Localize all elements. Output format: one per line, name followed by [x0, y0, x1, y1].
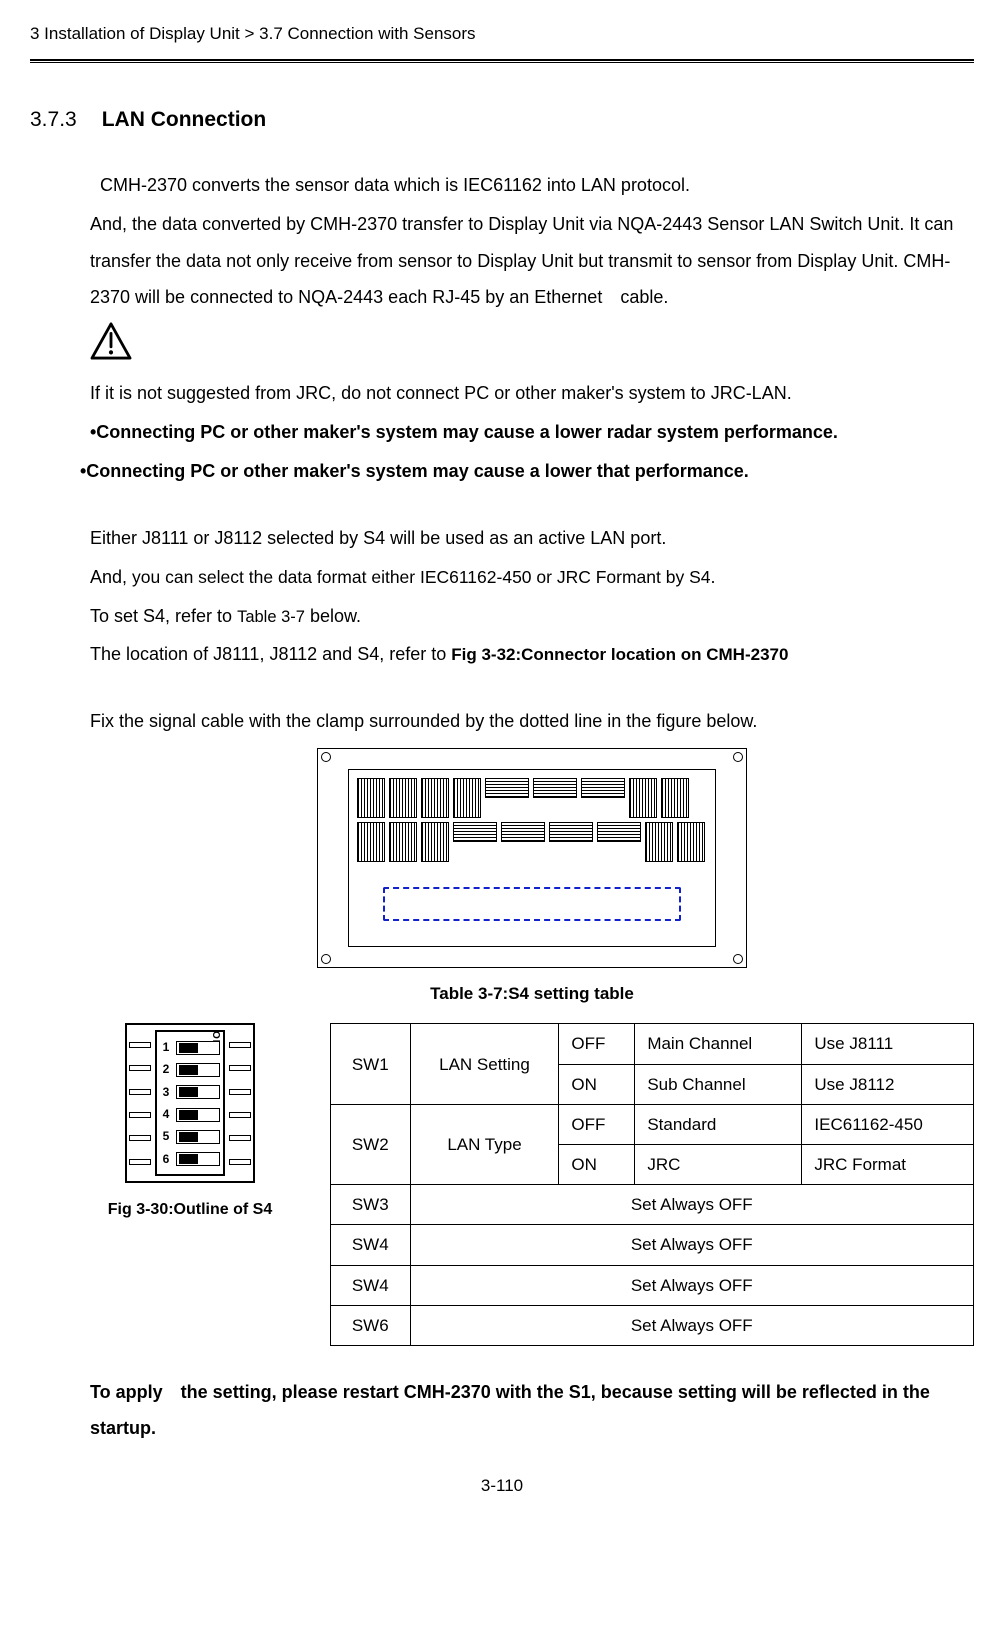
- dip-switch-figure: ON 1 2 3 4 5 6 Fig 3-30:Outline of S4: [90, 1023, 290, 1223]
- text-fragment: .: [710, 567, 715, 587]
- paragraph-table-ref: To set S4, refer to Table 3-7 below.: [90, 598, 974, 635]
- text-fragment: you can select the data format either IE…: [132, 567, 710, 587]
- page-number: 3-110: [30, 1472, 974, 1499]
- cell-name: Standard: [635, 1104, 802, 1144]
- paragraph-fig-ref: The location of J8111, J8112 and S4, ref…: [90, 636, 974, 673]
- dip-num: 4: [160, 1105, 172, 1124]
- s4-setting-table: SW1 LAN Setting OFF Main Channel Use J81…: [330, 1023, 974, 1346]
- section-title: LAN Connection: [102, 108, 266, 131]
- table-row: SW2 LAN Type OFF Standard IEC61162-450: [331, 1104, 974, 1144]
- text-fragment: below.: [305, 606, 361, 626]
- cell-sw-label: SW3: [331, 1185, 411, 1225]
- table-row: SW6 Set Always OFF: [331, 1305, 974, 1345]
- table-row: SW4 Set Always OFF: [331, 1265, 974, 1305]
- apply-note: To apply the setting, please restart CMH…: [90, 1374, 974, 1446]
- dip-num: 3: [160, 1083, 172, 1102]
- cell-use: JRC Format: [802, 1145, 974, 1185]
- table-row: SW4 Set Always OFF: [331, 1225, 974, 1265]
- cell-state: ON: [559, 1064, 635, 1104]
- cell-sw-label: SW4: [331, 1225, 411, 1265]
- dip-num: 2: [160, 1060, 172, 1079]
- header-rule-thick: [30, 59, 974, 61]
- section-heading: 3.7.3 LAN Connection: [30, 103, 974, 137]
- cell-note: Set Always OFF: [410, 1265, 973, 1305]
- text-fragment: To set S4, refer to: [90, 606, 237, 626]
- cell-name: Main Channel: [635, 1024, 802, 1064]
- section-number: 3.7.3: [30, 108, 77, 131]
- cell-use: Use J8112: [802, 1064, 974, 1104]
- table-row: SW1 LAN Setting OFF Main Channel Use J81…: [331, 1024, 974, 1064]
- cell-sw-desc: LAN Type: [410, 1104, 559, 1184]
- dip-figure-caption: Fig 3-30:Outline of S4: [90, 1197, 290, 1223]
- warning-bullet-1: •Connecting PC or other maker's system m…: [90, 414, 974, 451]
- text-fragment: Table 3-7: [237, 608, 305, 626]
- table-row: SW3 Set Always OFF: [331, 1185, 974, 1225]
- fig-ref-bold: Fig 3-32:Connector location on CMH-2370: [451, 645, 788, 664]
- cell-use: IEC61162-450: [802, 1104, 974, 1144]
- text-fragment: The location of J8111, J8112 and S4, ref…: [90, 644, 451, 664]
- cell-state: ON: [559, 1145, 635, 1185]
- paragraph-format: And, you can select the data format eith…: [90, 559, 974, 596]
- cell-name: JRC: [635, 1145, 802, 1185]
- dip-num: 6: [160, 1150, 172, 1169]
- paragraph-clamp: Fix the signal cable with the clamp surr…: [90, 703, 974, 740]
- dip-num: 1: [160, 1038, 172, 1057]
- text-fragment: And,: [90, 567, 132, 587]
- cell-state: OFF: [559, 1024, 635, 1064]
- warning-line: If it is not suggested from JRC, do not …: [90, 375, 974, 412]
- warning-bullet-2: •Connecting PC or other maker's system m…: [80, 453, 974, 490]
- warning-icon: [90, 322, 974, 369]
- cell-use: Use J8111: [802, 1024, 974, 1064]
- cell-note: Set Always OFF: [410, 1225, 973, 1265]
- cell-sw-label: SW2: [331, 1104, 411, 1184]
- cell-note: Set Always OFF: [410, 1185, 973, 1225]
- dip-num: 5: [160, 1127, 172, 1146]
- paragraph-intro-2: And, the data converted by CMH-2370 tran…: [90, 206, 974, 317]
- cell-sw-label: SW1: [331, 1024, 411, 1104]
- cell-sw-label: SW4: [331, 1265, 411, 1305]
- board-figure: [90, 748, 974, 968]
- body-content: CMH-2370 converts the sensor data which …: [30, 167, 974, 1446]
- breadcrumb: 3 Installation of Display Unit > 3.7 Con…: [30, 20, 974, 57]
- table-caption: Table 3-7:S4 setting table: [90, 980, 974, 1007]
- cell-sw-label: SW6: [331, 1305, 411, 1345]
- cell-sw-desc: LAN Setting: [410, 1024, 559, 1104]
- paragraph-intro-1: CMH-2370 converts the sensor data which …: [90, 167, 974, 204]
- paragraph-port: Either J8111 or J8112 selected by S4 wil…: [90, 520, 974, 557]
- cell-name: Sub Channel: [635, 1064, 802, 1104]
- dotted-clamp-outline: [383, 887, 681, 921]
- cell-state: OFF: [559, 1104, 635, 1144]
- cell-note: Set Always OFF: [410, 1305, 973, 1345]
- header-rule-thin: [30, 62, 974, 63]
